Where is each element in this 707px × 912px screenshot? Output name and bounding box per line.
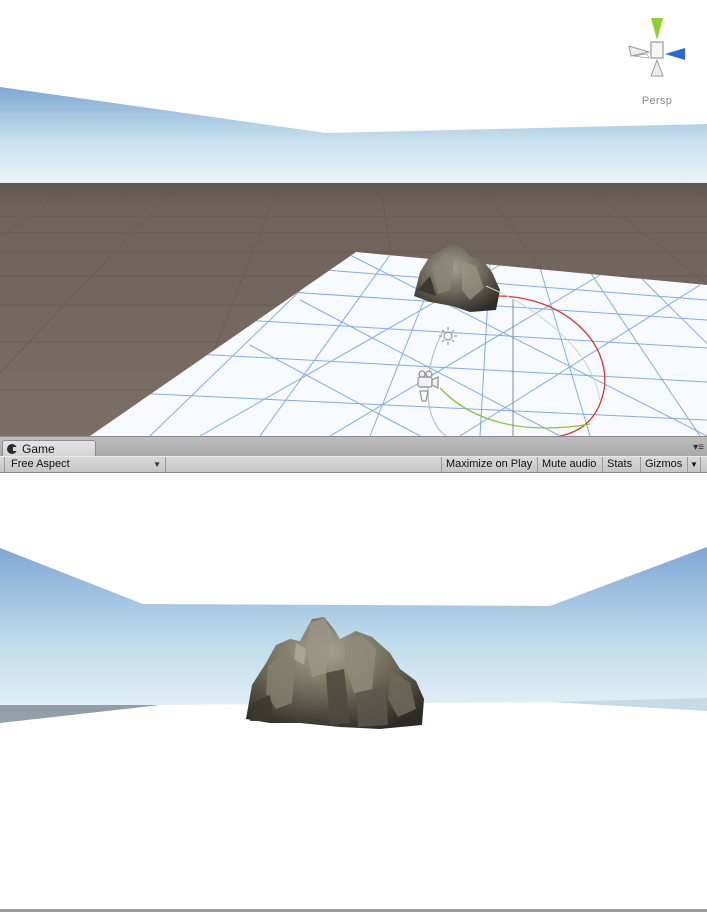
aspect-dropdown[interactable]: Free Aspect ▼ [4, 457, 166, 472]
gizmos-button[interactable]: Gizmos [640, 457, 687, 472]
orientation-gizmo[interactable] [627, 16, 687, 80]
aspect-label: Free Aspect [11, 458, 70, 470]
projection-label[interactable]: Persp [636, 95, 678, 107]
dropdown-arrow-icon: ▼ [153, 460, 161, 469]
scene-viewport[interactable] [0, 0, 707, 436]
game-view[interactable] [0, 473, 707, 909]
neg-y-cone-icon [650, 58, 664, 77]
game-tab-bar: Game ▾≡ [0, 436, 707, 457]
stats-button[interactable]: Stats [602, 457, 640, 472]
game-controller-icon [7, 444, 18, 454]
game-toolbar: Free Aspect ▼ Maximize on Play Mute audi… [0, 456, 707, 473]
panel-menu-icon[interactable]: ▾≡ [693, 443, 704, 453]
maximize-on-play-button[interactable]: Maximize on Play [441, 457, 537, 472]
y-axis-cone-icon [651, 18, 663, 40]
gizmos-dropdown-arrow-icon[interactable]: ▼ [687, 457, 701, 472]
scene-view[interactable]: Persp [0, 0, 707, 436]
skybox [0, 87, 707, 185]
gizmo-center-cube [650, 41, 664, 59]
tab-game-label: Game [22, 442, 55, 456]
x-axis-cone-icon [665, 48, 685, 60]
tab-game[interactable]: Game [2, 440, 96, 457]
game-viewport [0, 547, 707, 729]
mute-audio-button[interactable]: Mute audio [537, 457, 602, 472]
